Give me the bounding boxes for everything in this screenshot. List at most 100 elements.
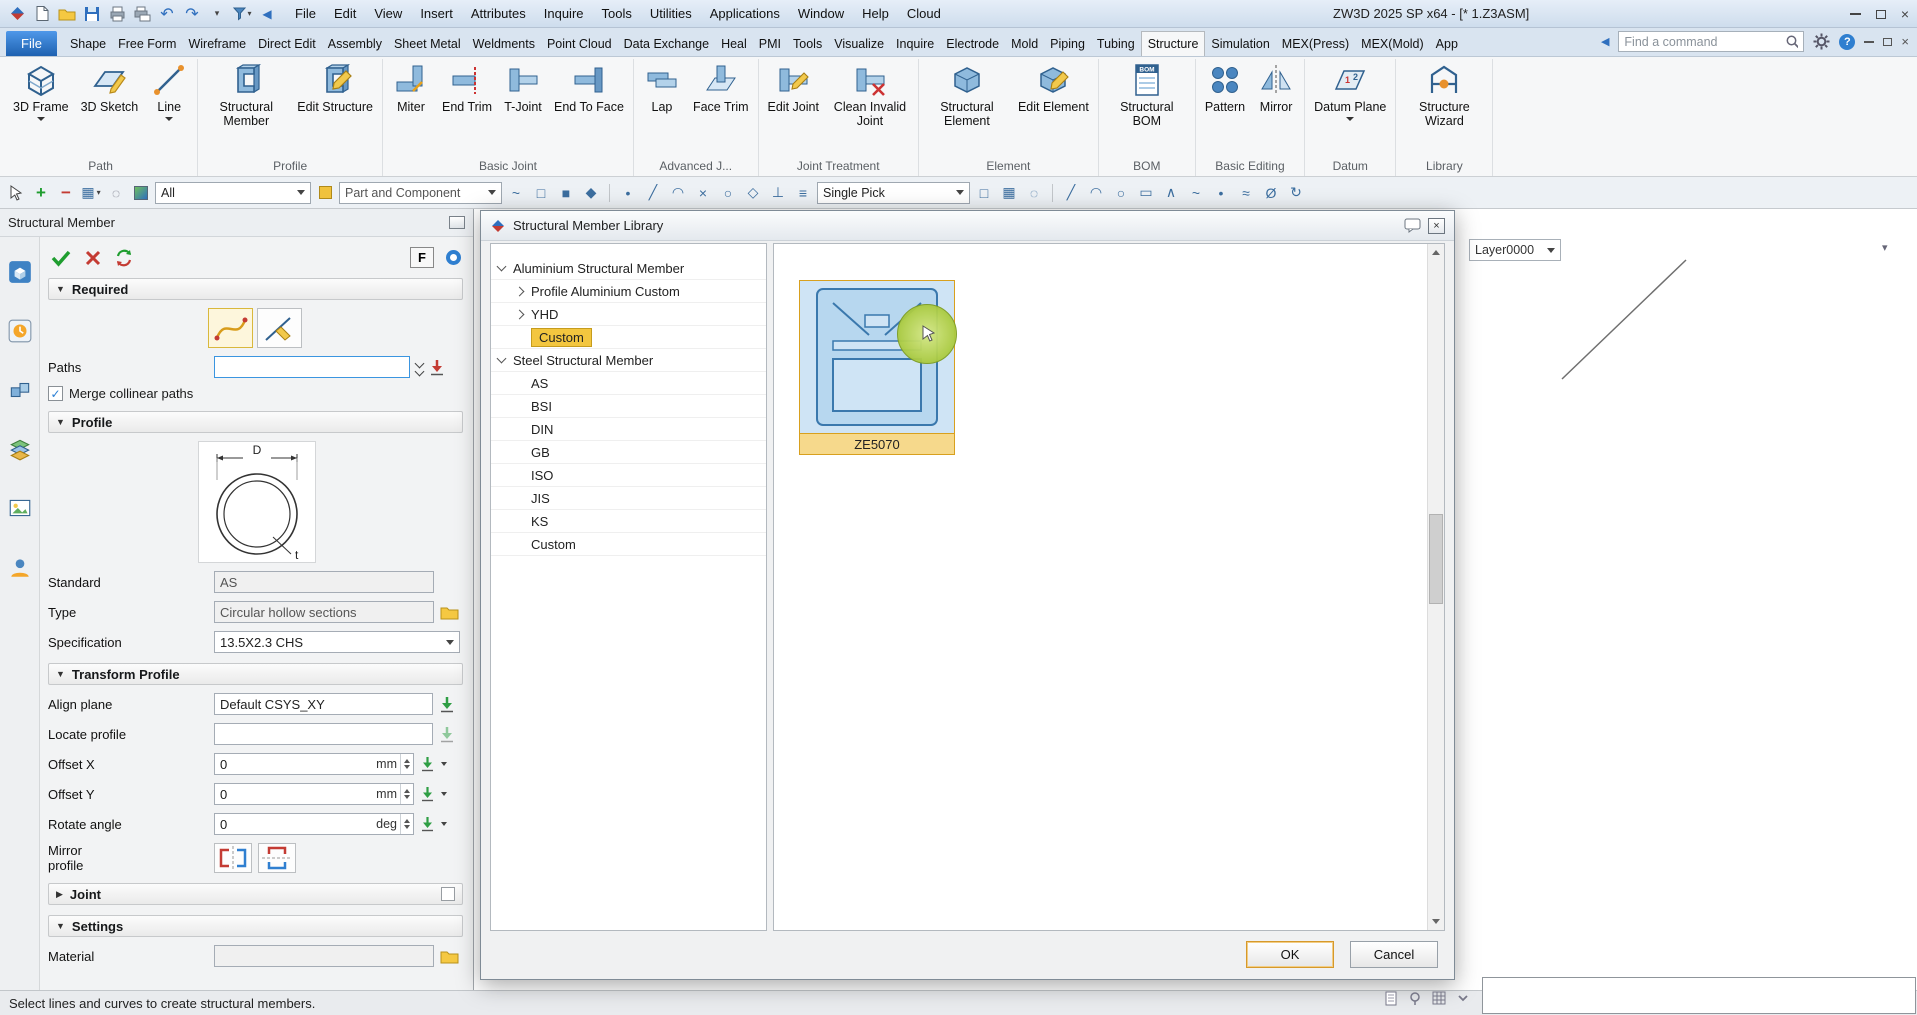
menu-help[interactable]: Help (853, 0, 898, 28)
expand-chevron-icon[interactable] (515, 309, 525, 319)
close-button[interactable]: × (1901, 7, 1909, 21)
material-value[interactable] (214, 945, 434, 967)
back-icon[interactable]: ◀ (256, 3, 278, 25)
rotate-angle-field[interactable]: 0 deg (214, 813, 414, 835)
menu-edit[interactable]: Edit (325, 0, 365, 28)
cross-select-icon[interactable]: ▦ (998, 182, 1020, 204)
tree-item-din[interactable]: DIN (491, 418, 766, 441)
save-icon[interactable] (81, 3, 103, 25)
mirror-horizontal-button[interactable] (214, 843, 252, 873)
pattern-button[interactable]: Pattern (1200, 59, 1250, 114)
tab-app[interactable]: App (1430, 31, 1464, 56)
face-trim-button[interactable]: Face Trim (688, 59, 754, 114)
structural-bom-button[interactable]: Structural BOM (1103, 59, 1191, 128)
tree-item-as[interactable]: AS (491, 372, 766, 395)
command-input-panel[interactable] (1482, 977, 1916, 1014)
menu-tools[interactable]: Tools (593, 0, 641, 28)
diameter-tool-icon[interactable]: Ø (1260, 182, 1282, 204)
line-button[interactable]: Line (145, 59, 193, 121)
restore-button[interactable] (1876, 10, 1886, 19)
tab-structure[interactable]: Structure (1141, 31, 1206, 56)
tab-pmi[interactable]: PMI (753, 31, 787, 56)
settings-gear-icon[interactable] (1813, 33, 1830, 50)
tab-assembly[interactable]: Assembly (322, 31, 388, 56)
align-plane-input[interactable]: Default CSYS_XY (214, 693, 433, 715)
tree-item-jis[interactable]: JIS (491, 487, 766, 510)
3d-sketch-button[interactable]: 3D Sketch (76, 59, 144, 114)
tab-mex-press[interactable]: MEX(Press) (1276, 31, 1355, 56)
structure-wizard-button[interactable]: Structure Wizard (1400, 59, 1488, 128)
print-icon[interactable] (106, 3, 128, 25)
offset-y-field[interactable]: 0 mm (214, 783, 414, 805)
ribbon-pin-icon[interactable]: ◀ (1601, 35, 1609, 48)
joint-option-box[interactable] (441, 887, 455, 901)
comment-icon[interactable] (1404, 218, 1421, 233)
tab-direct-edit[interactable]: Direct Edit (252, 31, 322, 56)
3d-frame-button[interactable]: 3D Frame (8, 59, 74, 121)
lasso-select-icon[interactable]: ◌ (1023, 182, 1045, 204)
tab-electrode[interactable]: Electrode (940, 31, 1005, 56)
midpoint-snap-icon[interactable]: ◠ (667, 182, 689, 204)
specification-combo[interactable]: 13.5X2.3 CHS (214, 631, 460, 653)
component-filter-icon[interactable]: ◆ (580, 182, 602, 204)
spinner[interactable] (400, 754, 413, 774)
tab-tubing[interactable]: Tubing (1091, 31, 1141, 56)
tab-simulation[interactable]: Simulation (1205, 31, 1275, 56)
color-filter-icon[interactable] (130, 182, 152, 204)
options-caret-icon[interactable] (441, 792, 447, 796)
browse-folder-icon[interactable] (440, 604, 459, 620)
edit-element-button[interactable]: Edit Element (1013, 59, 1094, 114)
standard-value[interactable]: AS (214, 571, 434, 593)
tree-item-ks[interactable]: KS (491, 510, 766, 533)
vertical-scrollbar[interactable] (1427, 244, 1444, 930)
structural-member-button[interactable]: Structural Member (202, 59, 290, 128)
command-search[interactable] (1618, 31, 1804, 52)
file-tab[interactable]: File (6, 31, 57, 56)
ok-button[interactable]: OK (1246, 941, 1334, 968)
entity-filter-combo[interactable]: All (155, 182, 311, 204)
select-cursor-icon[interactable] (5, 182, 27, 204)
tab-data-exchange[interactable]: Data Exchange (618, 31, 715, 56)
layer-color-icon[interactable] (314, 182, 336, 204)
spline-tool-icon[interactable]: ~ (1185, 182, 1207, 204)
refresh-icon[interactable]: ↻ (1285, 182, 1307, 204)
help-icon[interactable]: ? (1839, 34, 1855, 50)
ok-check-button[interactable] (50, 248, 72, 268)
tree-item-custom-steel[interactable]: Custom (491, 533, 766, 556)
toolbar-overflow-icon[interactable]: ▾ (1882, 241, 1888, 254)
curve-filter-icon[interactable]: ~ (505, 182, 527, 204)
browse-folder-icon[interactable] (440, 948, 459, 964)
collapse-chevron-icon[interactable] (497, 354, 507, 364)
quadrant-snap-icon[interactable]: ◇ (742, 182, 764, 204)
expand-list-icon[interactable] (416, 360, 423, 375)
tree-item-iso[interactable]: ISO (491, 464, 766, 487)
minimize-button[interactable] (1850, 13, 1861, 15)
doc-minimize-button[interactable] (1864, 41, 1874, 43)
reset-button[interactable] (114, 248, 134, 268)
end-to-face-button[interactable]: End To Face (549, 59, 629, 114)
expand-chevron-icon[interactable] (515, 286, 525, 296)
library-item-ze5070[interactable]: ZE5070 (799, 280, 955, 455)
paths-input[interactable] (214, 356, 410, 378)
offset-tool-icon[interactable]: ≈ (1235, 182, 1257, 204)
structural-element-button[interactable]: Structural Element (923, 59, 1011, 128)
spinner[interactable] (400, 814, 413, 834)
merge-collinear-checkbox[interactable]: ✓ (48, 386, 63, 401)
pick-path-button[interactable] (208, 308, 253, 348)
open-file-icon[interactable] (56, 3, 78, 25)
pick-target-icon[interactable] (439, 696, 455, 713)
doc-close-button[interactable]: × (1901, 34, 1909, 49)
cancel-x-button[interactable] (84, 249, 102, 267)
tree-item-gb[interactable]: GB (491, 441, 766, 464)
menu-applications[interactable]: Applications (701, 0, 789, 28)
tab-wireframe[interactable]: Wireframe (182, 31, 252, 56)
tree-item-profile-aluminium-custom[interactable]: Profile Aluminium Custom (491, 280, 766, 303)
tab-free-form[interactable]: Free Form (112, 31, 182, 56)
pin-icon[interactable] (1408, 991, 1423, 1006)
locate-profile-input[interactable] (214, 723, 433, 745)
expression-icon[interactable] (420, 786, 435, 802)
history-manager-icon[interactable] (7, 318, 33, 344)
circle-tool-icon[interactable]: ○ (1110, 182, 1132, 204)
insert-curve-button[interactable] (257, 308, 302, 348)
section-settings[interactable]: ▼Settings (48, 915, 463, 937)
